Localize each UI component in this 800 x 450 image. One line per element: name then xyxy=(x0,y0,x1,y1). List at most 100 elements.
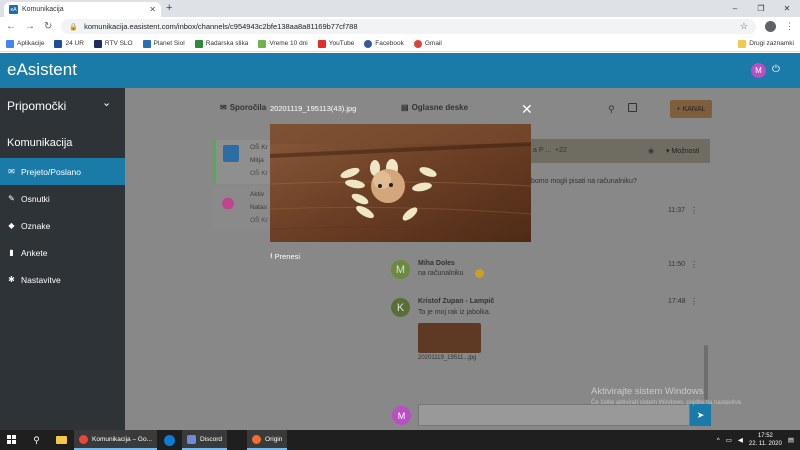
gear-icon: ✱ xyxy=(8,275,15,284)
sidebar-item-polls[interactable]: ▮ Ankete xyxy=(0,239,125,266)
brand-logo[interactable]: eAsistent xyxy=(7,60,77,80)
bookmark-item[interactable]: Facebook xyxy=(364,39,404,48)
site-favicon-icon: eA xyxy=(9,5,18,14)
activation-watermark-subtitle: Če želite aktivirati sistem Windows, poj… xyxy=(591,400,743,406)
origin-icon xyxy=(252,434,262,444)
taskbar-app-discord[interactable]: Discord xyxy=(181,430,228,450)
apple-crab-photo xyxy=(270,124,531,242)
browser-tabbar: eA Komunikacija ✕ + – ❐ ✕ xyxy=(0,0,800,17)
maximize-icon[interactable]: ❐ xyxy=(748,0,774,17)
network-icon[interactable]: ▭ xyxy=(726,436,732,444)
volume-icon[interactable]: ◀ xyxy=(738,436,743,444)
message-time: 11:37 xyxy=(668,207,685,214)
close-tab-icon[interactable]: ✕ xyxy=(149,5,156,14)
activation-watermark-title: Aktivirajte sistem Windows xyxy=(591,386,704,397)
conversation-item[interactable]: OŠ Kr Mitja OŠ Kr xyxy=(213,140,270,184)
logout-power-icon[interactable]: ⏻ xyxy=(772,64,780,75)
download-link[interactable]: ⭳ Prenesi xyxy=(270,250,300,263)
message-more-icon[interactable]: ⋮ xyxy=(690,206,698,215)
back-icon[interactable]: ← xyxy=(6,21,16,32)
url-text: komunikacija.easistent.com/inbox/channel… xyxy=(84,22,358,31)
bookmark-item[interactable]: Vreme 10 dni xyxy=(258,39,308,48)
minimize-icon[interactable]: – xyxy=(722,0,748,17)
start-button[interactable] xyxy=(0,430,24,450)
apps-grid-icon xyxy=(6,39,14,48)
bookmark-item[interactable]: Aplikacije xyxy=(6,39,44,48)
checkbox-icon[interactable] xyxy=(628,103,637,112)
folder-icon xyxy=(738,39,747,48)
windows-logo-icon xyxy=(7,435,17,445)
sidebar-item-tags[interactable]: ◆ Oznake xyxy=(0,212,125,239)
tab-title: Komunikacija xyxy=(22,6,64,13)
message-input[interactable] xyxy=(418,404,690,426)
chevron-down-icon[interactable]: ⌄ xyxy=(102,96,111,109)
profile-icon[interactable] xyxy=(765,21,776,32)
emoji-icon xyxy=(475,269,484,278)
plus-icon: + xyxy=(676,105,681,113)
conversation-item[interactable]: Aktiv Natas OŠ Kr xyxy=(213,186,270,230)
bookmark-item[interactable]: Gmail xyxy=(413,39,442,48)
message-more-icon[interactable]: ⋮ xyxy=(690,297,698,306)
user-avatar[interactable]: M xyxy=(751,63,766,78)
facebook-icon xyxy=(364,39,373,48)
bookmarks-bar: Aplikacije 24 UR RTV SLO Planet Siol Rad… xyxy=(0,36,800,52)
tab-notice-boards[interactable]: ▤ Oglasne deske xyxy=(401,103,468,112)
sidebar-section-title: Komunikacija xyxy=(7,137,73,149)
message-time: 11:50 xyxy=(668,261,685,268)
message-author: Kristof Zupan - Lampič xyxy=(418,298,495,305)
file-explorer-icon[interactable] xyxy=(49,430,74,450)
attachment-filename[interactable]: 20201119_19511...jpg xyxy=(418,355,476,361)
tray-chevron-up-icon[interactable]: ^ xyxy=(717,437,720,444)
sidebar-item-settings[interactable]: ✱ Nastavitve xyxy=(0,266,125,293)
message-more-icon[interactable]: ⋮ xyxy=(690,260,698,269)
new-tab-button[interactable]: + xyxy=(166,2,172,14)
message-text: na računalniku xyxy=(418,270,464,277)
my-avatar: M xyxy=(392,406,411,425)
search-icon[interactable]: ⚲ xyxy=(24,430,49,450)
url-bar[interactable]: 🔒 komunikacija.easistent.com/inbox/chann… xyxy=(61,19,756,34)
tab-messages[interactable]: ✉ Sporočila xyxy=(220,103,266,112)
chart-icon: ▮ xyxy=(9,248,14,257)
lightbox-image xyxy=(270,124,531,242)
system-tray: ^ ▭ ◀ 17:52 22. 11. 2020 ▤ xyxy=(717,432,800,448)
bookmark-item[interactable]: Planet Siol xyxy=(142,39,185,48)
browser-tab[interactable]: eA Komunikacija ✕ xyxy=(4,2,161,17)
bookmark-item[interactable]: Radarska slika xyxy=(194,39,248,48)
bookmark-favicon-icon xyxy=(54,39,63,48)
bookmark-favicon-icon xyxy=(258,39,267,48)
other-bookmarks[interactable]: Drugi zaznamki xyxy=(738,39,794,48)
bookmark-item[interactable]: YouTube xyxy=(317,39,354,48)
attachment-thumbnail[interactable] xyxy=(418,323,481,353)
bookmark-item[interactable]: 24 UR xyxy=(54,39,84,48)
chat-scrollbar[interactable] xyxy=(704,345,708,400)
board-icon: ▤ xyxy=(401,103,409,112)
close-window-icon[interactable]: ✕ xyxy=(774,0,800,17)
envelope-icon: ✉ xyxy=(220,103,227,112)
sidebar-title[interactable]: Pripomočki xyxy=(7,99,66,113)
taskbar-app-chrome[interactable]: Komunikacija – Go... xyxy=(74,430,157,450)
bookmark-item[interactable]: RTV SLO xyxy=(93,39,133,48)
lightbox-close-icon[interactable]: ✕ xyxy=(521,101,533,118)
taskbar-app-origin[interactable]: Origin xyxy=(247,430,288,450)
lock-icon: 🔒 xyxy=(69,23,79,31)
message-text: bomo mogli pisati na računalniku? xyxy=(531,178,637,185)
options-dropdown[interactable]: ▾ Možnosti xyxy=(666,147,699,155)
edge-icon[interactable] xyxy=(157,430,182,450)
bookmark-favicon-icon xyxy=(142,39,151,48)
notifications-icon[interactable]: ▤ xyxy=(788,436,794,444)
sidebar-item-drafts[interactable]: ✎ Osnutki xyxy=(0,185,125,212)
address-toolbar: ← → ↻ 🔒 komunikacija.easistent.com/inbox… xyxy=(0,17,800,36)
send-button[interactable]: ➤ xyxy=(690,404,711,426)
bookmark-star-icon[interactable]: ☆ xyxy=(740,21,748,32)
add-channel-button[interactable]: + KANAL xyxy=(670,100,712,118)
menu-kebab-icon[interactable]: ⋮ xyxy=(785,21,794,32)
search-icon[interactable]: ⚲ xyxy=(608,104,615,115)
reload-icon[interactable]: ↻ xyxy=(44,21,52,32)
sidebar-item-label: Ankete xyxy=(21,247,48,258)
sidebar-item-inbox[interactable]: ✉ Prejeto/Poslano xyxy=(0,158,125,185)
clock[interactable]: 17:52 22. 11. 2020 xyxy=(749,432,782,448)
youtube-icon xyxy=(317,39,326,48)
witch-avatar-icon xyxy=(221,191,235,209)
lightbox-filename: 20201119_195113(43).jpg xyxy=(270,104,357,113)
forward-icon[interactable]: → xyxy=(25,21,35,32)
